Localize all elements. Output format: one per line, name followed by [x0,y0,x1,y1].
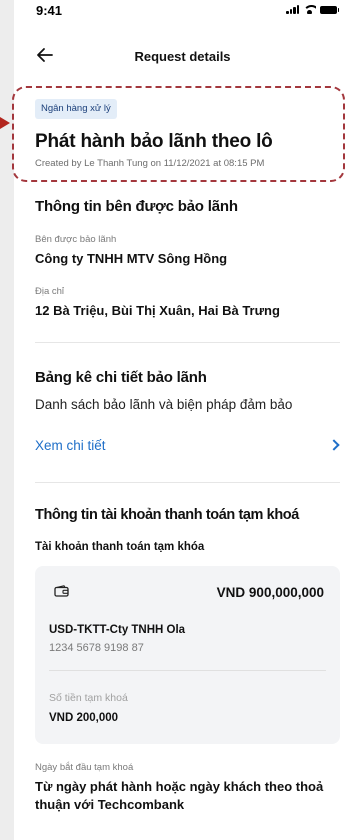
divider [35,342,340,343]
divider [35,482,340,483]
locked-amount-label: Số tiền tạm khoá [49,692,128,704]
card-divider [49,670,326,671]
beneficiary-address-value: 12 Bà Triệu, Bùi Thị Xuân, Hai Bà Trưng [35,303,280,318]
account-subsection-label: Tài khoản thanh toán tạm khóa [35,541,205,553]
battery-icon [320,5,339,14]
status-time: 9:41 [36,3,63,18]
account-name: USD-TKTT-Cty TNHH Ola [49,624,186,636]
nav-bar: Request details [14,40,351,72]
page-nav-title: Request details [134,49,231,64]
lock-start-date-value: Từ ngày phát hành hoặc ngày khách theo t… [35,779,324,812]
signal-icon [286,5,299,14]
wifi-icon [303,5,316,14]
created-by-text: Created by Le Thanh Tung on 11/12/2021 a… [35,158,265,169]
view-details-link[interactable]: Xem chi tiết [35,436,340,458]
guarantee-list-subtitle: Danh sách bảo lãnh và biện pháp đảm bảo [35,397,293,412]
beneficiary-section-title: Thông tin bên được bảo lãnh [35,198,238,215]
status-bar: 9:41 [14,0,351,22]
phone-screen: 9:41 Request details Ngân hàng xử lý Phá… [12,0,351,840]
beneficiary-party-label: Bên được bảo lãnh [35,234,117,245]
beneficiary-address-label: Địa chỉ [35,286,65,297]
status-badge: Ngân hàng xử lý [35,99,117,119]
chevron-right-icon [328,439,340,451]
account-card: VND 900,000,000 USD-TKTT-Cty TNHH Ola 12… [35,566,340,744]
account-section-title: Thông tin tài khoản thanh toán tạm khoá [35,507,299,523]
wallet-icon [54,585,69,597]
locked-amount-value: VND 200,000 [49,712,119,724]
status-icons [286,5,339,14]
beneficiary-party-value: Công ty TNHH MTV Sông Hồng [35,251,228,266]
account-number: 1234 5678 9198 87 [49,642,144,654]
guarantee-list-section-title: Bảng kê chi tiết bảo lãnh [35,369,207,386]
view-details-label: Xem chi tiết [35,438,106,453]
page-title: Phát hành bảo lãnh theo lô [35,131,273,152]
annotation-arrow-icon [0,117,10,129]
lock-start-date-label: Ngày bắt đầu tạm khoá [35,762,134,773]
account-balance: VND 900,000,000 [216,585,324,600]
